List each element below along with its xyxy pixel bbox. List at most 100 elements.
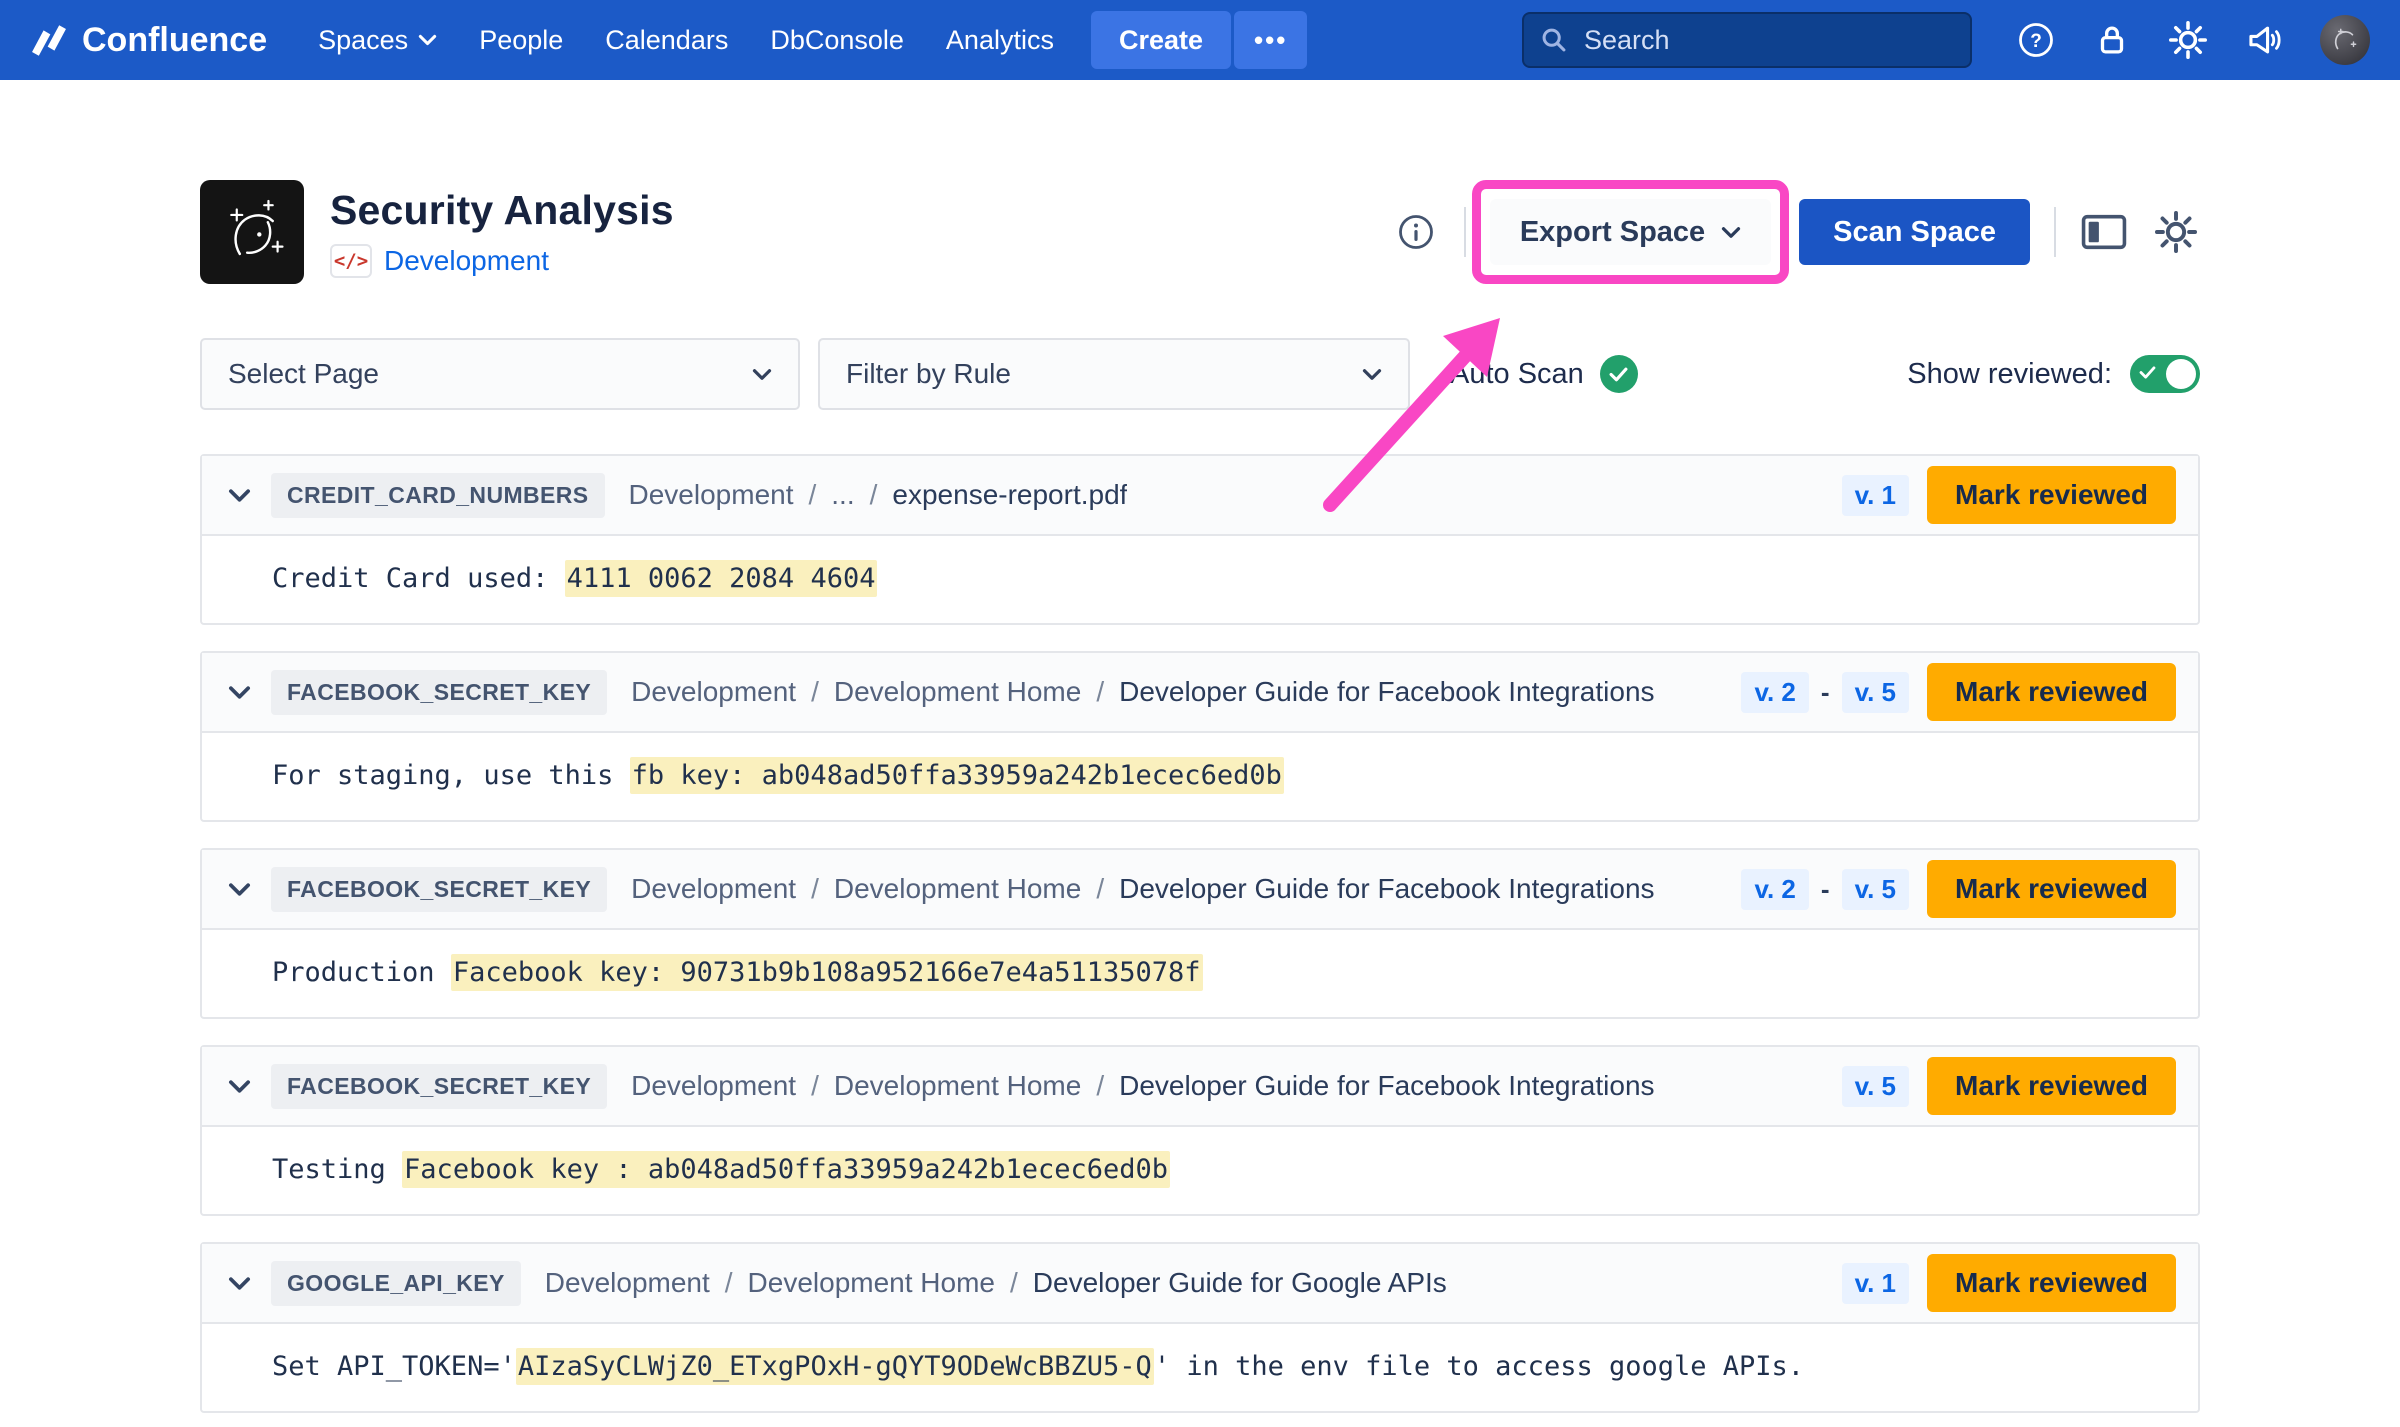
breadcrumb-item[interactable]: expense-report.pdf: [892, 479, 1127, 511]
nav-item-spaces[interactable]: Spaces: [297, 0, 458, 80]
result-card-body: Production Facebook key: 90731b9b108a952…: [202, 930, 2198, 1017]
breadcrumb-item[interactable]: Developer Guide for Facebook Integration…: [1119, 676, 1654, 708]
result-card: FACEBOOK_SECRET_KEY Development/Developm…: [200, 848, 2200, 1019]
mark-reviewed-button[interactable]: Mark reviewed: [1927, 1254, 2176, 1312]
breadcrumb-item[interactable]: ...: [831, 479, 854, 511]
svg-text:?: ?: [2030, 31, 2042, 52]
breadcrumb-item[interactable]: Developer Guide for Facebook Integration…: [1119, 1070, 1654, 1102]
export-space-button[interactable]: Export Space: [1490, 199, 1771, 265]
select-page-dropdown[interactable]: Select Page: [200, 338, 800, 410]
filter-by-rule-dropdown[interactable]: Filter by Rule: [818, 338, 1410, 410]
breadcrumb-item[interactable]: Development Home: [834, 676, 1081, 708]
search-input[interactable]: [1522, 12, 1972, 68]
snippet-highlight: AIzaSyCLWjZ0_ETxgPOxH-gQYT9ODeWcBBZU5-Q: [516, 1348, 1154, 1385]
nav-item-label: DbConsole: [770, 25, 904, 56]
nav-item-label: People: [479, 25, 563, 56]
breadcrumb-separator: /: [1096, 676, 1104, 708]
top-navigation-bar: Confluence Spaces People Calendars DbCon…: [0, 0, 2400, 80]
rule-badge: GOOGLE_API_KEY: [271, 1261, 521, 1306]
settings-gear-icon[interactable]: [2152, 208, 2200, 256]
megaphone-icon[interactable]: [2244, 20, 2284, 60]
version-pills: v. 1: [1842, 1263, 1909, 1304]
snippet-highlight: 4111 0062 2084 4604: [565, 560, 878, 597]
user-avatar[interactable]: [2320, 15, 2370, 65]
version-pills: v. 2-v. 5: [1741, 869, 1909, 910]
result-card-body: For staging, use this fb key: ab048ad50f…: [202, 733, 2198, 820]
collapse-chevron-icon[interactable]: [228, 882, 251, 897]
snippet: Testing Facebook key : ab048ad50ffa33959…: [272, 1151, 1170, 1188]
breadcrumb-item[interactable]: Development Home: [834, 873, 1081, 905]
result-card: FACEBOOK_SECRET_KEY Development/Developm…: [200, 651, 2200, 822]
breadcrumb-separator: /: [725, 1267, 733, 1299]
collapse-chevron-icon[interactable]: [228, 685, 251, 700]
result-card-actions: v. 2-v. 5 Mark reviewed: [1741, 860, 2176, 918]
breadcrumb-item[interactable]: Development Home: [834, 1070, 1081, 1102]
breadcrumb-separator: /: [870, 479, 878, 511]
nav-icon-group: ?: [2016, 15, 2370, 65]
snippet-highlight: Facebook key: 90731b9b108a952166e7e4a511…: [451, 954, 1203, 991]
breadcrumb-item[interactable]: Development: [631, 676, 796, 708]
space-breadcrumb[interactable]: </> Development: [330, 244, 674, 278]
breadcrumb: Development/Development Home/Developer G…: [631, 873, 1654, 905]
mark-reviewed-button[interactable]: Mark reviewed: [1927, 663, 2176, 721]
breadcrumb-item[interactable]: Development: [631, 1070, 796, 1102]
nav-item-calendars[interactable]: Calendars: [584, 0, 749, 80]
result-card-body: Credit Card used: 4111 0062 2084 4604: [202, 536, 2198, 623]
show-reviewed-toggle[interactable]: [2130, 355, 2200, 393]
version-pill[interactable]: v. 2: [1741, 869, 1808, 910]
result-card-header: FACEBOOK_SECRET_KEY Development/Developm…: [202, 850, 2198, 930]
space-link[interactable]: Development: [384, 245, 549, 277]
version-pill[interactable]: v. 2: [1741, 672, 1808, 713]
filters-row: Select Page Filter by Rule Auto Scan Sho…: [200, 338, 2200, 410]
version-pill[interactable]: v. 5: [1842, 1066, 1909, 1107]
chevron-down-icon: [752, 368, 772, 381]
result-card: FACEBOOK_SECRET_KEY Development / Developm…: [200, 1045, 2200, 1216]
lock-icon[interactable]: [2092, 20, 2132, 60]
mark-reviewed-button[interactable]: Mark reviewed: [1927, 466, 2176, 524]
snippet: For staging, use this fb key: ab048ad50f…: [272, 757, 1284, 794]
nav-item-dbconsole[interactable]: DbConsole: [749, 0, 925, 80]
title-block: Security Analysis </> Development: [330, 187, 674, 278]
create-button[interactable]: Create: [1091, 11, 1231, 69]
show-reviewed-control: Show reviewed:: [1907, 355, 2200, 393]
mark-reviewed-button[interactable]: Mark reviewed: [1927, 1057, 2176, 1115]
version-pill[interactable]: v. 5: [1842, 869, 1909, 910]
breadcrumb-separator: /: [811, 1070, 819, 1102]
collapse-chevron-icon[interactable]: [228, 488, 251, 503]
breadcrumb-item[interactable]: Development: [545, 1267, 710, 1299]
result-card-actions: v. 1 Mark reviewed: [1842, 1254, 2176, 1312]
breadcrumb: Development/.../expense-report.pdf: [629, 479, 1128, 511]
collapse-chevron-icon[interactable]: [228, 1276, 251, 1291]
side-panel-icon[interactable]: [2080, 208, 2128, 256]
info-icon[interactable]: [1392, 208, 1440, 256]
auto-scan-check-icon[interactable]: [1600, 355, 1638, 393]
breadcrumb-item[interactable]: Developer Guide for Google APIs: [1033, 1267, 1447, 1299]
scan-space-button[interactable]: Scan Space: [1799, 199, 2030, 265]
breadcrumb-separator: /: [1096, 873, 1104, 905]
result-card: CREDIT_CARD_NUMBERS Development/.../expe…: [200, 454, 2200, 625]
nav-item-analytics[interactable]: Analytics: [925, 0, 1075, 80]
collapse-chevron-icon[interactable]: [228, 1079, 251, 1094]
snippet: Credit Card used: 4111 0062 2084 4604: [272, 560, 877, 597]
result-card-header: FACEBOOK_SECRET_KEY Development/Developm…: [202, 653, 2198, 733]
chevron-down-icon: [418, 34, 437, 46]
breadcrumb-item[interactable]: Development: [629, 479, 794, 511]
select-page-label: Select Page: [228, 358, 379, 390]
more-actions-button[interactable]: •••: [1234, 11, 1307, 69]
snippet-highlight: fb key: ab048ad50ffa33959a242b1ecec6ed0b: [630, 757, 1284, 794]
rule-badge: FACEBOOK_SECRET_KEY: [271, 1064, 607, 1109]
version-pill[interactable]: v. 5: [1842, 672, 1909, 713]
version-pill[interactable]: v. 1: [1842, 1263, 1909, 1304]
nav-item-people[interactable]: People: [458, 0, 584, 80]
gear-icon[interactable]: [2168, 20, 2208, 60]
help-icon[interactable]: ?: [2016, 20, 2056, 60]
breadcrumb-item[interactable]: Development Home: [748, 1267, 995, 1299]
code-icon: </>: [330, 244, 372, 278]
mark-reviewed-button[interactable]: Mark reviewed: [1927, 860, 2176, 918]
chevron-down-icon: [1721, 226, 1741, 239]
breadcrumb-separator: /: [811, 676, 819, 708]
confluence-logo[interactable]: Confluence: [30, 21, 267, 60]
breadcrumb-item[interactable]: Developer Guide for Facebook Integration…: [1119, 873, 1654, 905]
version-pill[interactable]: v. 1: [1842, 475, 1909, 516]
breadcrumb-item[interactable]: Development: [631, 873, 796, 905]
